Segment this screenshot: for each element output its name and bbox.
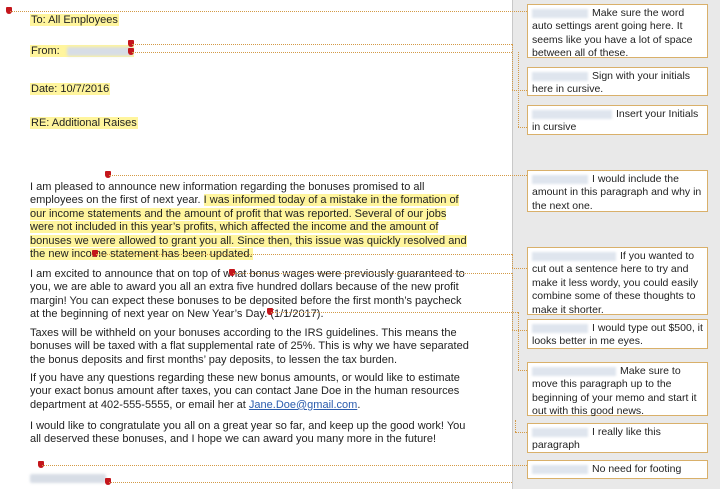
comment-connector	[132, 52, 512, 53]
comment-connector	[518, 312, 519, 370]
comment-balloon[interactable]: Make sure to move this paragraph up to t…	[527, 362, 708, 417]
comment-balloon[interactable]: If you wanted to cut out a sentence here…	[527, 247, 708, 316]
comment-connector	[512, 90, 527, 91]
redacted-comment-author	[532, 464, 588, 474]
comment-balloon[interactable]: I would include the amount in this parag…	[527, 170, 708, 212]
redacted-signature-name	[30, 474, 106, 483]
paragraph-4-text: If you have any questions regarding thes…	[30, 372, 460, 411]
comment-connector	[96, 254, 512, 255]
comment-connector	[512, 268, 527, 269]
comment-balloon[interactable]: I really like this paragraph	[527, 423, 708, 453]
paragraph-4-end: .	[357, 398, 361, 411]
redacted-sender-name	[66, 46, 133, 56]
comment-connector	[109, 482, 512, 483]
redacted-comment-author	[532, 323, 588, 333]
comment-connector	[515, 420, 516, 432]
comment-connector	[512, 330, 527, 331]
memo-to: To: All Employees	[30, 14, 119, 26]
redacted-comment-author	[532, 109, 612, 119]
redacted-comment-author	[532, 71, 588, 81]
redacted-comment-author	[532, 251, 616, 261]
email-link[interactable]: Jane.Doe@gmail.com	[249, 399, 357, 411]
redacted-comment-author	[532, 8, 588, 18]
memo-from: From:	[30, 45, 134, 57]
redacted-comment-author	[532, 174, 588, 184]
comment-connector	[109, 175, 527, 176]
document-page[interactable]: To: All Employees From: Date: 10/7/2016 …	[0, 0, 512, 489]
memo-subject: RE: Additional Raises	[30, 117, 138, 129]
comment-balloon[interactable]: Insert your Initials in cursive	[527, 105, 708, 135]
comment-connector	[512, 44, 513, 90]
comment-balloon[interactable]: I would type out $500, it looks better i…	[527, 319, 708, 349]
comment-balloon[interactable]: No need for footing	[527, 460, 708, 479]
comment-connector	[518, 127, 527, 128]
comment-connector	[515, 432, 527, 433]
comment-balloon[interactable]: Sign with your initials here in cursive.	[527, 67, 708, 96]
body-paragraph-2: I am excited to announce that on top of …	[30, 268, 465, 321]
comment-connector	[132, 44, 512, 45]
comment-connector	[233, 273, 512, 274]
comment-connector	[271, 312, 518, 313]
comment-connector	[512, 273, 513, 330]
body-paragraph-5: I would like to congratulate you all on …	[30, 420, 466, 446]
comment-text: No need for footing	[592, 463, 682, 475]
body-paragraph-3: Taxes will be withheld on your bonuses a…	[30, 327, 469, 366]
redacted-comment-author	[532, 427, 588, 437]
comment-balloon[interactable]: Make sure the word auto settings arent g…	[527, 4, 708, 59]
memo-from-label: From:	[31, 45, 60, 57]
comment-connector	[10, 11, 527, 12]
comment-connector	[42, 465, 527, 466]
redacted-comment-author	[532, 366, 616, 376]
comment-connector	[518, 370, 527, 371]
body-paragraph-4: If you have any questions regarding thes…	[30, 372, 470, 412]
comment-connector	[512, 254, 513, 268]
memo-date: Date: 10/7/2016	[30, 83, 111, 95]
